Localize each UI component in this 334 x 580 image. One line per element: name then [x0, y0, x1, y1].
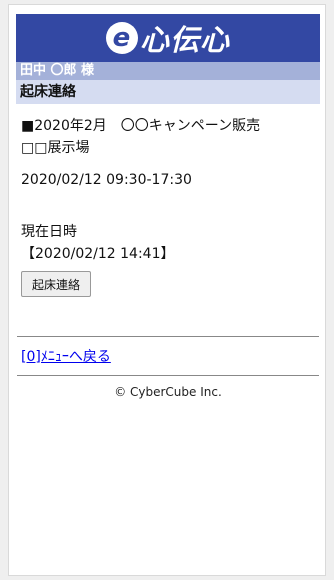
wake-report-button[interactable]: 起床連絡 [21, 271, 92, 297]
copyright-footer: © CyberCube Inc. [114, 385, 222, 399]
event-location: □□展示場 [21, 140, 90, 156]
page-container: e 心伝心 田中 〇郎 様 起床連絡 ■2020年2月 〇〇キャンペーン販売 □… [8, 4, 326, 576]
current-datetime-label: 現在日時 [21, 224, 77, 240]
logo-e-icon: e [105, 22, 138, 54]
page-title: 起床連絡 [16, 80, 320, 104]
header-banner: e 心伝心 [16, 14, 320, 62]
divider-top [17, 336, 319, 337]
user-name-bar: 田中 〇郎 様 [16, 62, 320, 80]
main-content: ■2020年2月 〇〇キャンペーン販売 □□展示場 2020/02/12 09:… [21, 115, 317, 297]
event-title: ■2020年2月 〇〇キャンペーン販売 [21, 118, 261, 134]
back-to-menu-link[interactable]: [0]ﾒﾆｭｰへ戻る [21, 346, 111, 366]
app-logo: e 心伝心 [105, 17, 230, 59]
event-datetime: 2020/02/12 09:30-17:30 [21, 172, 192, 188]
current-datetime-value: 【2020/02/12 14:41】 [21, 246, 175, 262]
divider-bottom [17, 375, 319, 376]
logo-text: 心伝心 [139, 23, 230, 57]
